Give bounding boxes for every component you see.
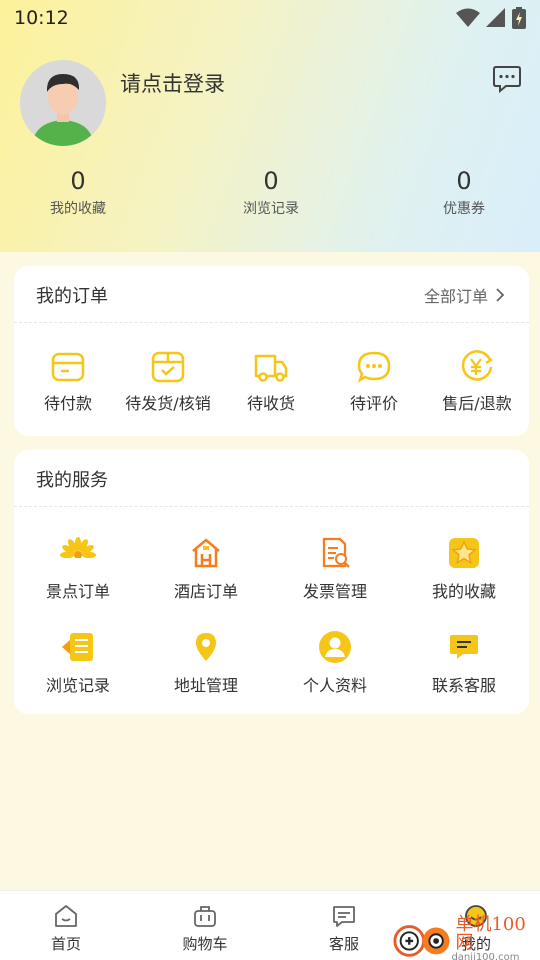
stat-history[interactable]: 0 浏览记录: [211, 166, 331, 218]
order-label: 待评价: [349, 394, 398, 413]
services-card: 我的服务 景点订单 酒店订单 发票管理 我的收藏 浏览记录 地址管理 个人资料 …: [14, 450, 529, 714]
chat-bubble-icon: [357, 351, 391, 383]
stat-label: 我的收藏: [50, 201, 106, 217]
flower-icon: [60, 537, 96, 568]
service-label: 酒店订单: [173, 582, 238, 601]
stat-count: 0: [456, 167, 472, 195]
service-chat-icon: [450, 635, 478, 659]
service-invoice-management[interactable]: 发票管理: [271, 536, 399, 602]
services-title: 我的服务: [36, 470, 108, 491]
stat-label: 浏览记录: [243, 201, 299, 217]
tab-label: 首页: [50, 935, 81, 953]
service-label: 我的收藏: [431, 582, 496, 601]
truck-icon: [254, 354, 288, 382]
orders-title: 我的订单: [36, 286, 108, 307]
location-pin-icon: [196, 633, 216, 661]
watermark-brand: 单机100网: [455, 914, 526, 953]
service-label: 浏览记录: [45, 676, 110, 695]
cell-signal-icon: [486, 8, 505, 27]
watermark: 单机100网 danji100.com: [392, 916, 540, 960]
order-pending-shipment[interactable]: 待发货/核销: [114, 350, 222, 414]
package-check-icon: [151, 351, 185, 383]
service-scenic-orders[interactable]: 景点订单: [14, 536, 142, 602]
tab-label: 客服: [328, 935, 359, 953]
status-icons: [456, 7, 526, 29]
avatar[interactable]: [20, 60, 106, 146]
message-icon[interactable]: [492, 64, 522, 94]
tab-service[interactable]: 客服: [289, 891, 399, 954]
cart-icon: [194, 906, 216, 927]
order-after-sales[interactable]: 售后/退款: [423, 350, 531, 414]
history-list-icon: [62, 633, 93, 661]
invoice-icon: [322, 537, 350, 568]
stat-count: 0: [263, 167, 279, 195]
service-address-management[interactable]: 地址管理: [142, 630, 270, 696]
stats-row: 0 我的收藏 0 浏览记录 0 优惠券: [0, 166, 540, 226]
service-my-favorites[interactable]: 我的收藏: [400, 536, 528, 602]
status-bar: 10:12: [0, 0, 540, 36]
home-icon: [55, 905, 77, 927]
wallet-icon: [51, 352, 85, 382]
watermark-logo: [393, 924, 450, 957]
service-label: 发票管理: [302, 582, 367, 601]
order-label: 待收货: [246, 394, 295, 413]
yen-refund-icon: [461, 350, 493, 381]
person-icon: [319, 631, 351, 663]
service-browse-history[interactable]: 浏览记录: [14, 630, 142, 696]
order-pending-payment[interactable]: 待付款: [14, 350, 122, 414]
chevron-right-icon: [496, 288, 505, 302]
service-label: 联系客服: [431, 676, 496, 695]
wifi-icon: [456, 8, 480, 27]
message-icon: [333, 906, 355, 927]
watermark-domain: danji100.com: [451, 952, 520, 960]
order-label: 售后/退款: [442, 394, 512, 413]
all-orders-label: 全部订单: [423, 287, 488, 306]
status-time: 10:12: [14, 7, 69, 29]
login-prompt[interactable]: 请点击登录: [120, 68, 225, 98]
divider: [14, 322, 529, 323]
service-personal-info[interactable]: 个人资料: [271, 630, 399, 696]
service-hotel-orders[interactable]: 酒店订单: [142, 536, 270, 602]
order-label: 待付款: [43, 394, 92, 413]
hotel-icon: [192, 538, 220, 568]
orders-card: 我的订单 全部订单 待付款 待发货/核销 待收货 待评价 售后/退款: [14, 266, 529, 436]
all-orders-link[interactable]: 全部订单: [424, 283, 505, 307]
tab-label: 购物车: [182, 935, 228, 953]
service-label: 地址管理: [173, 676, 238, 695]
order-pending-review[interactable]: 待评价: [320, 350, 428, 414]
order-label: 待发货/核销: [125, 394, 211, 413]
divider: [14, 506, 529, 507]
service-contact-support[interactable]: 联系客服: [400, 630, 528, 696]
battery-icon: [512, 7, 526, 29]
stat-coupons[interactable]: 0 优惠券: [404, 166, 524, 218]
stat-label: 优惠券: [443, 201, 485, 217]
default-avatar-icon: [20, 60, 106, 146]
tab-home[interactable]: 首页: [11, 891, 121, 954]
stat-count: 0: [70, 167, 86, 195]
service-label: 个人资料: [302, 676, 367, 695]
order-pending-receipt[interactable]: 待收货: [217, 350, 325, 414]
star-icon: [449, 538, 479, 568]
stat-favorites[interactable]: 0 我的收藏: [18, 166, 138, 218]
tab-cart[interactable]: 购物车: [150, 891, 260, 954]
service-label: 景点订单: [45, 582, 110, 601]
